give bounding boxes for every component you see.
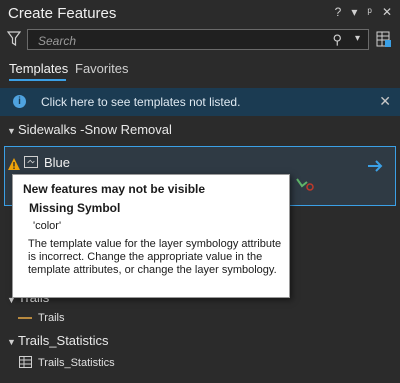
close-icon[interactable]: ✕	[382, 5, 392, 19]
chevron-down-icon[interactable]: ▾	[355, 33, 360, 44]
template-label[interactable]: Trails_Statistics	[38, 357, 115, 369]
tab-favorites[interactable]: Favorites	[75, 61, 128, 76]
info-icon: i	[13, 95, 26, 108]
tooltip-attribute: 'color'	[33, 220, 62, 232]
info-bar-text[interactable]: Click here to see templates not listed.	[41, 95, 240, 109]
polygon-symbol-icon	[24, 156, 38, 168]
pane-header-icons: ? ▾ ᵖ ✕	[335, 5, 392, 19]
template-label[interactable]: Blue	[44, 155, 70, 170]
pane-title: Create Features	[8, 5, 117, 22]
group-header[interactable]: Trails_Statistics	[18, 333, 109, 348]
table-icon[interactable]	[376, 31, 392, 48]
search-icon[interactable]: ⚲	[332, 32, 342, 48]
pin-icon[interactable]: ᵖ	[367, 5, 372, 19]
template-label[interactable]: Trails	[38, 312, 64, 324]
tooltip-subtitle: Missing Symbol	[29, 201, 121, 215]
tooltip-body: The template value for the layer symbolo…	[28, 238, 282, 276]
chevron-down-icon[interactable]: ▼	[7, 126, 16, 136]
tooltip-title: New features may not be visible	[23, 182, 206, 196]
tab-templates[interactable]: Templates	[9, 61, 68, 76]
help-icon[interactable]: ?	[335, 5, 342, 19]
edit-tool-icon[interactable]	[293, 175, 317, 193]
warning-tooltip: New features may not be visible Missing …	[12, 174, 290, 298]
filter-icon[interactable]	[7, 31, 21, 47]
line-symbol-icon	[18, 317, 32, 319]
menu-icon[interactable]: ▾	[351, 5, 357, 19]
arrow-right-icon[interactable]	[366, 157, 384, 175]
search-box[interactable]: ⚲ ▾	[27, 29, 369, 50]
close-icon[interactable]: ✕	[379, 93, 391, 110]
chevron-down-icon[interactable]: ▼	[7, 337, 16, 347]
table-template-icon	[19, 356, 32, 368]
group-header[interactable]: Sidewalks -Snow Removal	[18, 122, 172, 137]
search-input[interactable]	[36, 32, 300, 49]
tab-selected-indicator	[9, 79, 66, 81]
warning-icon	[8, 158, 20, 170]
info-bar[interactable]: i Click here to see templates not listed…	[0, 88, 400, 116]
